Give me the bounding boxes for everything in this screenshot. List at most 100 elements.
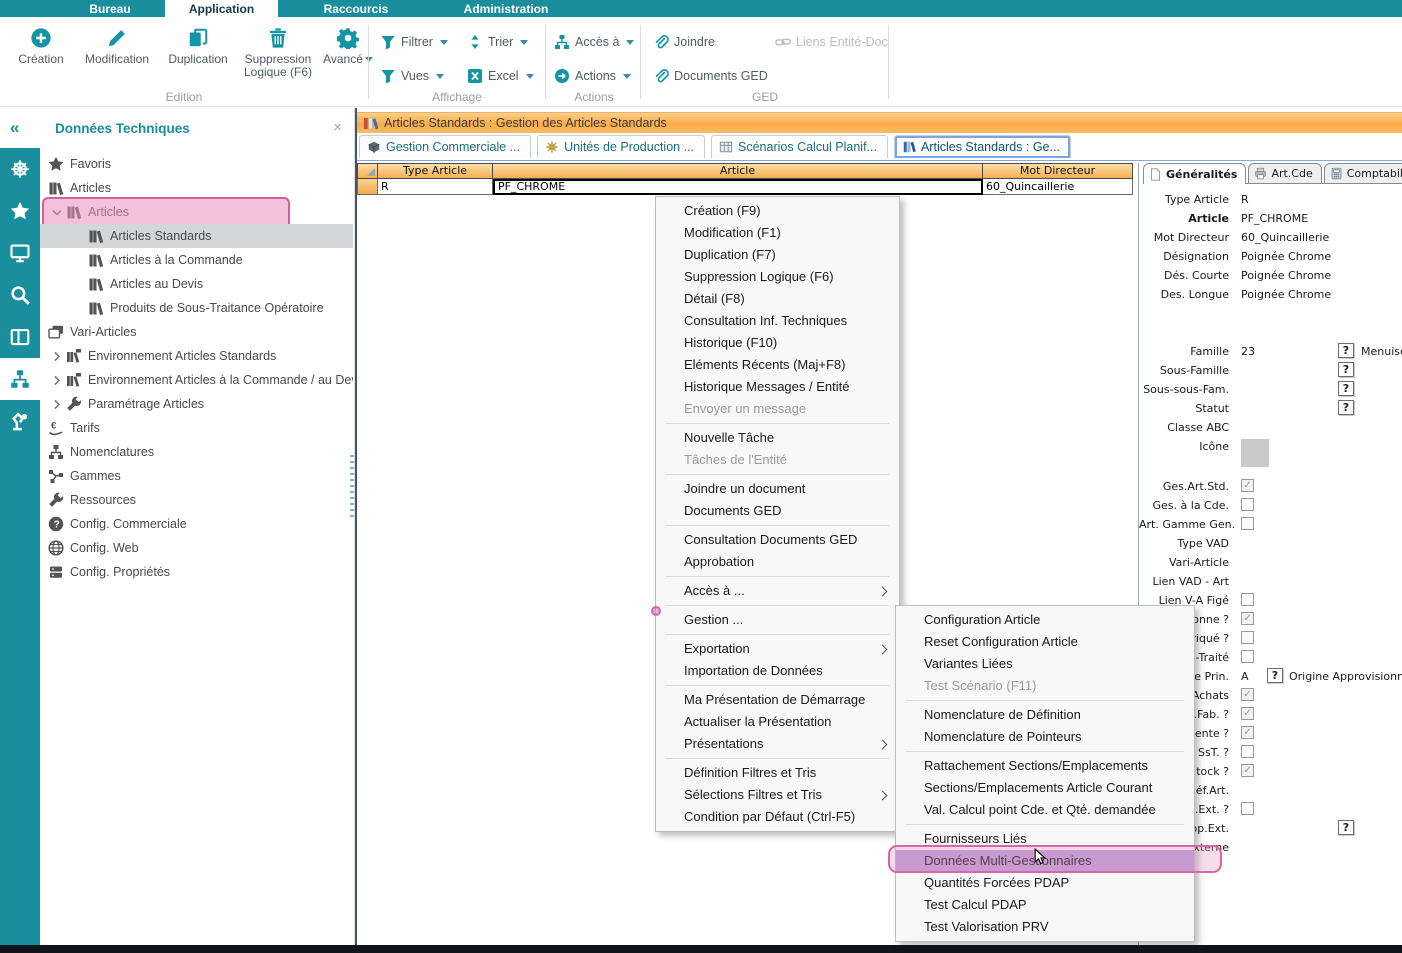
tree-item[interactable]: Favoris bbox=[40, 152, 353, 176]
chevron-right-icon[interactable] bbox=[48, 374, 66, 387]
menu-item[interactable]: Gestion ... bbox=[656, 609, 899, 631]
help-button[interactable]: ? bbox=[1338, 381, 1354, 396]
checkbox[interactable] bbox=[1241, 631, 1254, 644]
tree-item[interactable]: Ressources bbox=[40, 488, 353, 512]
document-tab[interactable]: Articles Standards : Ge... bbox=[894, 135, 1071, 158]
panel-tab[interactable]: Généralités bbox=[1143, 163, 1246, 184]
submenu-item[interactable]: Configuration Article bbox=[896, 609, 1194, 631]
tree-item[interactable]: Vari-Articles bbox=[40, 320, 353, 344]
help-button[interactable]: ? bbox=[1338, 362, 1354, 377]
checkbox[interactable]: ✓ bbox=[1241, 726, 1254, 739]
help-button[interactable]: ? bbox=[1338, 343, 1354, 358]
checkbox[interactable]: ✓ bbox=[1241, 612, 1254, 625]
menu-item[interactable]: Exportation bbox=[656, 638, 899, 660]
vues-button[interactable]: Vues bbox=[380, 65, 444, 87]
menu-item[interactable]: Création (F9) bbox=[656, 200, 899, 222]
excel-button[interactable]: Excel bbox=[467, 65, 534, 87]
table-row[interactable]: R PF_CHROME 60_Quincaillerie bbox=[357, 179, 1133, 195]
submenu-item[interactable]: Rattachement Sections/Emplacements bbox=[896, 755, 1194, 777]
cell-type-article[interactable]: R bbox=[378, 179, 493, 195]
menu-item[interactable]: Documents GED bbox=[656, 500, 899, 522]
acces-a-button[interactable]: Accès à bbox=[554, 31, 634, 53]
tree-item[interactable]: Environnement Articles à la Commande / a… bbox=[40, 368, 353, 392]
column-header-type-article[interactable]: Type Article bbox=[378, 163, 493, 179]
panel-tab[interactable]: Art.Cde bbox=[1248, 163, 1321, 183]
tree-item[interactable]: Articles à la Commande bbox=[40, 248, 353, 272]
submenu-item[interactable]: Nomenclature de Pointeurs bbox=[896, 726, 1194, 748]
document-tab[interactable]: Unités de Production ... bbox=[537, 135, 705, 158]
menu-item[interactable]: Consultation Inf. Techniques bbox=[656, 310, 899, 332]
help-button[interactable]: ? bbox=[1267, 668, 1283, 683]
menu-item[interactable]: Actualiser la Présentation bbox=[656, 711, 899, 733]
tree-item[interactable]: Produits de Sous-Traitance Opératoire bbox=[40, 296, 353, 320]
tree-item[interactable]: Environnement Articles Standards bbox=[40, 344, 353, 368]
submenu-item[interactable]: Sections/Emplacements Article Courant bbox=[896, 777, 1194, 799]
submenu-item[interactable]: Test Scénario (F11) bbox=[896, 675, 1194, 697]
modification-button[interactable]: Modification bbox=[74, 25, 160, 66]
tree-item[interactable]: Nomenclatures bbox=[40, 440, 353, 464]
tree-item[interactable]: Config. Web bbox=[40, 536, 353, 560]
checkbox[interactable]: ✓ bbox=[1241, 707, 1254, 720]
row-selector-cell[interactable] bbox=[357, 179, 378, 195]
panel-tab[interactable]: Comptabilité bbox=[1324, 163, 1402, 183]
menu-item[interactable]: Duplication (F7) bbox=[656, 244, 899, 266]
checkbox[interactable] bbox=[1241, 745, 1254, 758]
submenu-item[interactable]: Fournisseurs Liés bbox=[896, 828, 1194, 850]
chevron-right-icon[interactable] bbox=[48, 398, 66, 411]
document-tab[interactable]: Scénarios Calcul Planif... bbox=[711, 135, 888, 158]
tree-item[interactable]: Articles bbox=[40, 176, 353, 200]
submenu-item[interactable]: Données Multi-Gestionnaires bbox=[896, 850, 1194, 872]
document-tab[interactable]: Gestion Commerciale ... bbox=[359, 135, 531, 158]
tree-item[interactable]: Gammes bbox=[40, 464, 353, 488]
panel-resize-grip[interactable] bbox=[350, 455, 354, 517]
checkbox[interactable] bbox=[1241, 650, 1254, 663]
submenu-item[interactable]: Reset Configuration Article bbox=[896, 631, 1194, 653]
rail-button[interactable] bbox=[0, 190, 40, 232]
rail-button[interactable] bbox=[0, 274, 40, 316]
menu-item[interactable]: Historique Messages / Entité bbox=[656, 376, 899, 398]
checkbox[interactable]: ✓ bbox=[1241, 479, 1254, 492]
menu-item[interactable]: Ma Présentation de Démarrage bbox=[656, 689, 899, 711]
rail-button[interactable] bbox=[0, 316, 40, 358]
duplication-button[interactable]: Duplication bbox=[160, 25, 236, 66]
creation-button[interactable]: Création bbox=[8, 25, 74, 66]
joindre-button[interactable]: Joindre bbox=[653, 31, 715, 53]
checkbox[interactable] bbox=[1241, 802, 1254, 815]
help-button[interactable]: ? bbox=[1338, 820, 1354, 835]
checkbox[interactable] bbox=[1241, 498, 1254, 511]
rail-button[interactable] bbox=[0, 400, 40, 442]
menu-item[interactable]: Historique (F10) bbox=[656, 332, 899, 354]
submenu-item[interactable]: Nomenclature de Définition bbox=[896, 704, 1194, 726]
menu-item[interactable]: Tâches de l'Entité bbox=[656, 449, 899, 471]
cell-mot-directeur[interactable]: 60_Quincaillerie bbox=[983, 179, 1133, 195]
menu-item[interactable]: Modification (F1) bbox=[656, 222, 899, 244]
menu-item[interactable]: Présentations bbox=[656, 733, 899, 755]
menu-item[interactable]: Eléments Récents (Maj+F8) bbox=[656, 354, 899, 376]
menu-item[interactable]: Approbation bbox=[656, 551, 899, 573]
menu-item[interactable]: Condition par Défaut (Ctrl-F5) bbox=[656, 806, 899, 828]
tab-application[interactable]: Application bbox=[165, 0, 278, 17]
rail-button[interactable] bbox=[0, 232, 40, 274]
close-icon[interactable]: × bbox=[333, 119, 342, 136]
tree-item[interactable]: Articles au Devis bbox=[40, 272, 353, 296]
menu-item[interactable]: Importation de Données bbox=[656, 660, 899, 682]
trier-button[interactable]: Trier bbox=[467, 31, 528, 53]
menu-item[interactable]: Joindre un document bbox=[656, 478, 899, 500]
tab-administration[interactable]: Administration bbox=[434, 0, 578, 17]
rail-button[interactable] bbox=[0, 148, 40, 190]
documents-ged-button[interactable]: Documents GED bbox=[653, 65, 768, 87]
icon-placeholder-box[interactable] bbox=[1241, 439, 1269, 467]
submenu-item[interactable]: Val. Calcul point Cde. et Qté. demandée bbox=[896, 799, 1194, 821]
submenu-item[interactable]: Quantités Forcées PDAP bbox=[896, 872, 1194, 894]
tree-item[interactable]: ? Config. Commerciale bbox=[40, 512, 353, 536]
checkbox[interactable] bbox=[1241, 517, 1254, 530]
menu-item[interactable]: Accès à ... bbox=[656, 580, 899, 602]
menu-item[interactable]: Envoyer un message bbox=[656, 398, 899, 420]
sidebar-collapse-button[interactable]: « bbox=[10, 117, 32, 139]
checkbox[interactable]: ✓ bbox=[1241, 764, 1254, 777]
cell-article-focused[interactable]: PF_CHROME bbox=[493, 179, 983, 195]
submenu-item[interactable]: Test Calcul PDAP bbox=[896, 894, 1194, 916]
select-all-header[interactable] bbox=[357, 163, 378, 179]
menu-item[interactable]: Nouvelle Tâche bbox=[656, 427, 899, 449]
rail-button[interactable] bbox=[0, 358, 40, 400]
